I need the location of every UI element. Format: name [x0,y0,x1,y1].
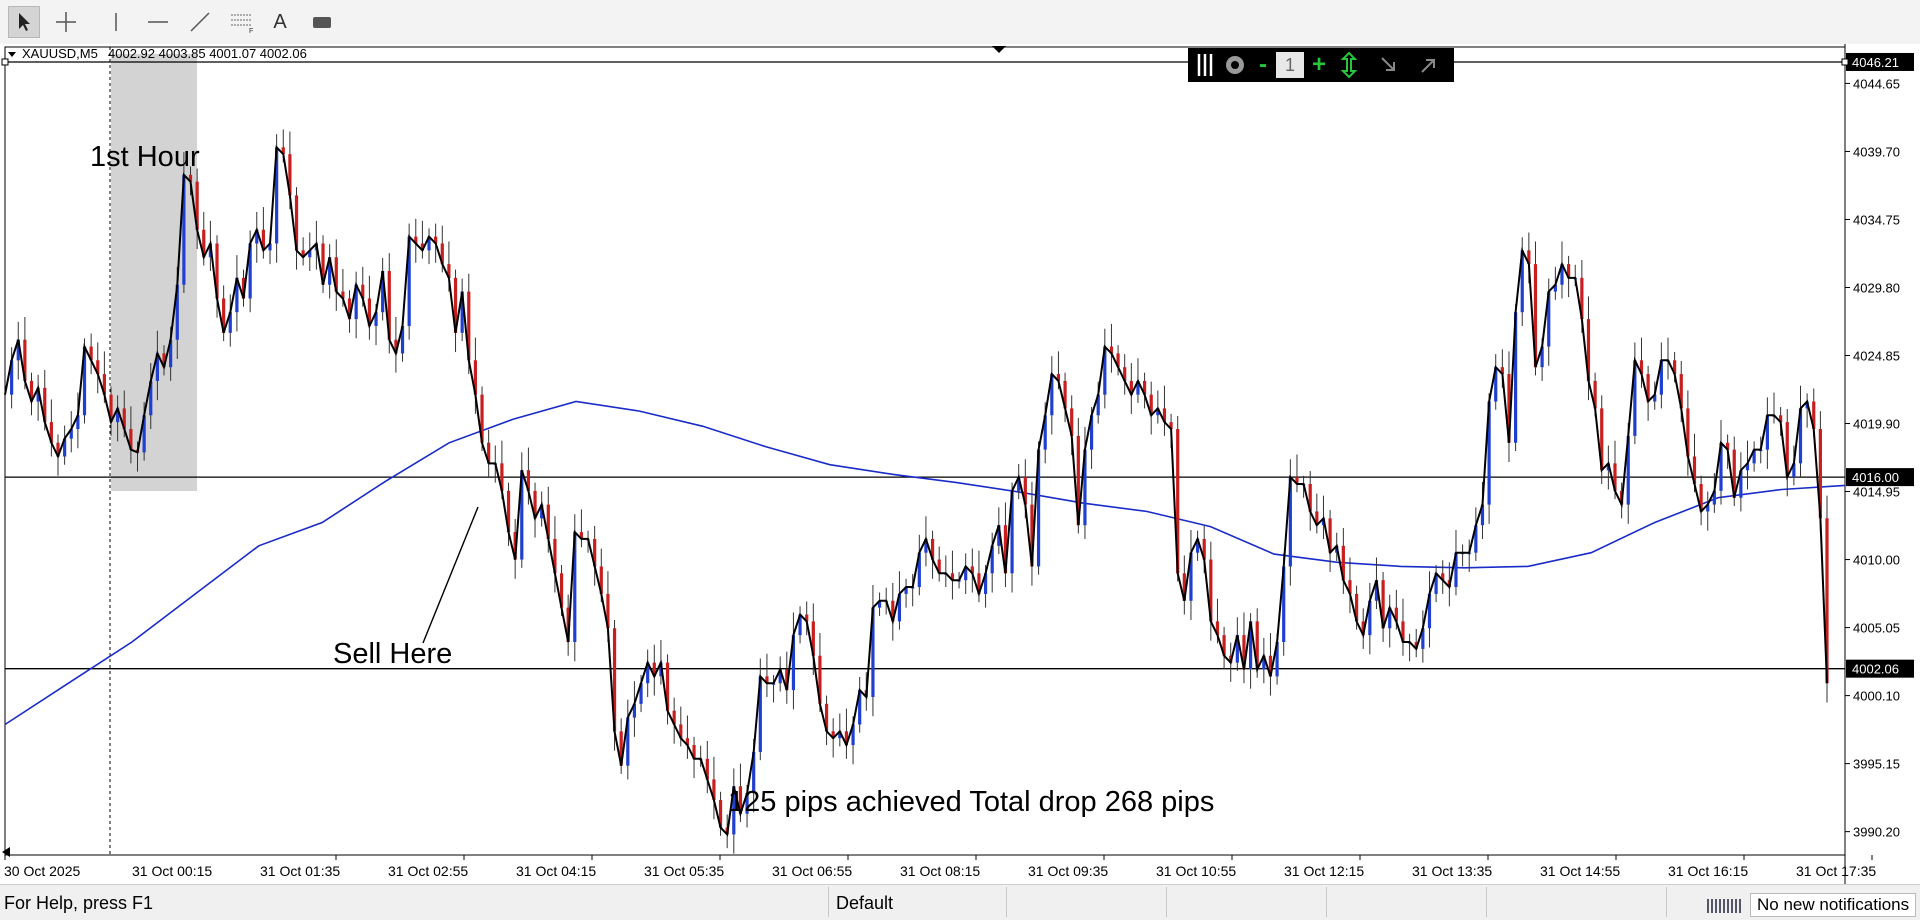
buy-arrow-icon[interactable] [1414,48,1444,82]
price-tag-label: 4016.00 [1852,470,1899,485]
increase-lot-button[interactable]: + [1306,48,1332,82]
chart-ohlc: 4002.92 4003.85 4001.07 4002.06 [108,46,307,61]
text-icon[interactable]: A [264,6,296,38]
price-axis-label: 4010.00 [1853,553,1900,568]
grip-icon[interactable] [1192,48,1218,82]
horizontal-line-icon[interactable] [142,6,174,38]
connection-bars-icon[interactable] [1706,893,1746,918]
result-label: 125 pips achieved Total drop 268 pips [728,786,1214,818]
one-click-trading-panel: - 1 + [1188,48,1454,82]
time-axis-label: 31 Oct 05:35 [644,863,724,879]
price-axis-label: 4039.70 [1853,144,1900,159]
status-divider [1666,887,1667,917]
time-axis-label: 31 Oct 14:55 [1540,863,1620,879]
vertical-resize-icon[interactable] [1334,48,1364,82]
crosshair-icon[interactable] [50,6,82,38]
price-axis-label: 4005.05 [1853,621,1900,636]
price-axis-label: 4019.90 [1853,417,1900,432]
price-tag-label: 4046.21 [1852,55,1899,70]
plot-frame [4,46,1846,856]
time-axis-label: 31 Oct 10:55 [1156,863,1236,879]
status-divider [1486,887,1487,917]
decrease-lot-button[interactable]: - [1252,48,1274,82]
status-bar: For Help, press F1 Default No new notifi… [0,884,1920,920]
time-axis-label: 31 Oct 13:35 [1412,863,1492,879]
chart-menu-icon [8,52,16,57]
price-axis-label: 4034.75 [1853,212,1900,227]
time-axis-label: 31 Oct 04:15 [516,863,596,879]
price-line [4,144,1828,837]
sell-arrow-icon[interactable] [1374,48,1404,82]
price-axis-label: 4024.85 [1853,348,1900,363]
time-axis-label: 31 Oct 02:55 [388,863,468,879]
trendline-icon[interactable] [184,6,216,38]
price-axis-label: 4000.10 [1853,689,1900,704]
first-hour-label: 1st Hour [90,141,200,173]
time-axis-label: 31 Oct 17:35 [1796,863,1876,879]
fibonacci-icon[interactable]: F [226,6,258,38]
sell-arrow-line [422,506,479,644]
time-axis-label: 31 Oct 09:35 [1028,863,1108,879]
time-axis-label: 31 Oct 16:15 [1668,863,1748,879]
status-divider [828,887,829,917]
status-divider [1006,887,1007,917]
sell-here-label: Sell Here [333,638,452,670]
status-divider [1326,887,1327,917]
level-anchor-left [1,58,9,66]
vertical-line-icon[interactable] [100,6,132,38]
moving-average-line [4,400,1846,726]
price-axis-label: 4014.95 [1853,485,1900,500]
level-anchor-right [1841,58,1849,66]
lot-size-field[interactable]: 1 [1276,52,1304,78]
time-axis-label: 31 Oct 00:15 [132,863,212,879]
help-text: For Help, press F1 [4,893,154,913]
profile-name: Default [836,893,894,913]
cursor-icon[interactable] [8,6,40,38]
drawing-toolbar: F A [0,0,1920,45]
label-icon[interactable] [306,6,338,38]
price-tag-label: 4002.06 [1852,662,1899,677]
price-axis-label: 3990.20 [1853,825,1900,840]
time-axis-label: 31 Oct 08:15 [900,863,980,879]
time-axis-label: 31 Oct 06:55 [772,863,852,879]
record-icon[interactable] [1220,48,1250,82]
time-axis-label: 30 Oct 2025 [4,863,80,879]
price-chart[interactable]: 4044.65 4039.70 4034.75 4029.80 4024.85 4019.… [0,44,1920,884]
price-axis-label: 4044.65 [1853,76,1900,91]
chart-window[interactable]: 4044.65 4039.70 4034.75 4029.80 4024.85 4019.… [0,44,1920,884]
svg-text:F: F [249,28,253,34]
time-axis-label: 31 Oct 01:35 [260,863,340,879]
notifications-indicator[interactable]: No new notifications [1750,893,1917,917]
price-axis-label: 3995.15 [1853,757,1900,772]
time-axis-label: 31 Oct 12:15 [1284,863,1364,879]
chart-symbol: XAUUSD,M5 [22,46,98,61]
chart-shift-icon [992,46,1006,53]
status-divider [1166,887,1167,917]
price-axis-label: 4029.80 [1853,280,1900,295]
